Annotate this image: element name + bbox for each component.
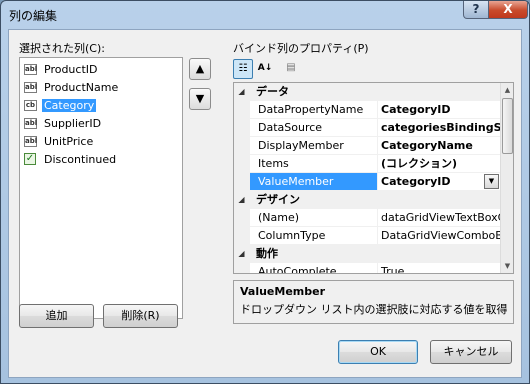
dialog-client-area: 選択された列(C): abl ProductID abl ProductName… (8, 29, 522, 378)
property-name: ValueMember (250, 173, 378, 191)
property-name: ColumnType (250, 227, 378, 245)
column-label: ProductName (44, 81, 119, 94)
remove-button[interactable]: 削除(R) (103, 304, 178, 328)
property-pages-icon[interactable]: ▤ (281, 59, 301, 79)
column-label: UnitPrice (44, 135, 94, 148)
property-name: DisplayMember (250, 137, 378, 155)
scroll-up-icon[interactable]: ▲ (501, 83, 513, 97)
column-label: Category (42, 99, 97, 112)
list-item[interactable]: ✓ Discontinued (22, 151, 118, 168)
property-name: AutoComplete (250, 263, 378, 273)
list-item[interactable]: abl ProductName (22, 79, 120, 96)
category-label: データ (256, 85, 289, 98)
category-row-behavior[interactable]: ◢ 動作 (234, 245, 500, 263)
property-row[interactable]: Items (コレクション) (234, 155, 500, 173)
property-grid[interactable]: ◢ データ DataPropertyName CategoryID DataSo… (233, 82, 514, 274)
textbox-column-icon: abl (24, 136, 38, 147)
bound-column-properties-label: バインド列のプロパティ(P) (233, 42, 369, 55)
description-text: ドロップダウン リスト内の選択肢に対応する値を取得する... (240, 303, 507, 316)
category-label: デザイン (256, 193, 300, 206)
list-item[interactable]: abl SupplierID (22, 115, 103, 132)
collapse-icon[interactable]: ◢ (237, 195, 246, 204)
selected-columns-label: 選択された列(C): (19, 42, 105, 55)
property-value[interactable]: CategoryID (378, 101, 500, 119)
collapse-icon[interactable]: ◢ (237, 87, 246, 96)
selected-columns-list[interactable]: abl ProductID abl ProductName cb Categor… (19, 57, 183, 319)
scroll-down-icon[interactable]: ▼ (501, 259, 513, 273)
property-row[interactable]: ColumnType DataGridViewComboBoxColumn (234, 227, 500, 245)
list-item[interactable]: abl ProductID (22, 61, 99, 78)
window-title: 列の編集 (9, 9, 58, 23)
property-name: Items (250, 155, 378, 173)
category-row-design[interactable]: ◢ デザイン (234, 191, 500, 209)
column-label: Discontinued (44, 153, 117, 166)
property-toolbar: ☷ A↓ ▤ (233, 58, 305, 80)
vertical-scrollbar[interactable]: ▲ ▼ (500, 83, 513, 273)
list-item-selected[interactable]: cb Category (22, 97, 97, 114)
scroll-thumb[interactable] (502, 98, 513, 154)
textbox-column-icon: abl (24, 64, 38, 75)
property-value[interactable]: categoriesBindingSource (378, 119, 500, 137)
alphabetical-sort-icon[interactable]: A↓ (255, 59, 275, 79)
help-button[interactable]: ? (463, 1, 489, 19)
property-value[interactable]: CategoryName (378, 137, 500, 155)
description-title: ValueMember (240, 285, 326, 298)
column-label: ProductID (44, 63, 98, 76)
ok-button[interactable]: OK (338, 340, 418, 364)
checkbox-column-icon: ✓ (24, 153, 36, 165)
property-name: DataSource (250, 119, 378, 137)
category-row-data[interactable]: ◢ データ (234, 83, 500, 101)
combo-value: CategoryID (381, 175, 451, 188)
collapse-icon[interactable]: ◢ (237, 249, 246, 258)
property-row[interactable]: DataSource categoriesBindingSource (234, 119, 500, 137)
property-name: DataPropertyName (250, 101, 378, 119)
edit-columns-dialog: 列の編集 ? X 選択された列(C): abl ProductID abl Pr… (0, 0, 530, 384)
property-value[interactable]: True (378, 263, 500, 273)
property-value-combo[interactable]: CategoryID ▼ (378, 173, 500, 191)
property-row[interactable]: DisplayMember CategoryName (234, 137, 500, 155)
category-label: 動作 (256, 247, 278, 260)
move-up-button[interactable]: ▲ (189, 58, 211, 80)
textbox-column-icon: abl (24, 118, 38, 129)
property-row[interactable]: (Name) dataGridViewTextBoxColumn (234, 209, 500, 227)
close-button[interactable]: X (488, 1, 528, 19)
textbox-column-icon: abl (24, 82, 38, 93)
property-value[interactable]: dataGridViewTextBoxColumn (378, 209, 500, 227)
property-value[interactable]: DataGridViewComboBoxColumn (378, 227, 500, 245)
property-description-panel: ValueMember ドロップダウン リスト内の選択肢に対応する値を取得する.… (233, 280, 514, 324)
property-name: (Name) (250, 209, 378, 227)
title-bar[interactable]: 列の編集 ? X (1, 1, 529, 29)
cancel-button[interactable]: キャンセル (430, 340, 512, 364)
property-row[interactable]: DataPropertyName CategoryID (234, 101, 500, 119)
property-row[interactable]: AutoComplete True (234, 263, 500, 273)
column-label: SupplierID (44, 117, 102, 130)
property-row-selected[interactable]: ValueMember CategoryID ▼ (234, 173, 500, 191)
list-item[interactable]: abl UnitPrice (22, 133, 95, 150)
property-value[interactable]: (コレクション) (378, 155, 500, 173)
move-down-button[interactable]: ▼ (189, 88, 211, 110)
categorized-view-icon[interactable]: ☷ (233, 59, 253, 79)
combobox-column-icon: cb (24, 100, 37, 111)
add-button[interactable]: 追加 (19, 304, 94, 328)
dropdown-arrow-icon[interactable]: ▼ (484, 174, 499, 189)
